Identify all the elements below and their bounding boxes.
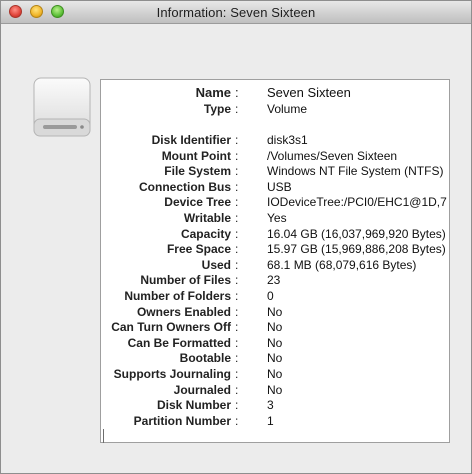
info-label: Number of Files	[140, 273, 231, 288]
info-value[interactable]: USB	[267, 180, 292, 194]
info-value[interactable]: 3	[267, 398, 274, 412]
info-row: Device Tree: IODeviceTree:/PCI0/EHC1@1D,7	[101, 195, 449, 211]
label-separator: :	[235, 148, 239, 163]
info-value[interactable]: No	[267, 367, 282, 381]
info-label: Bootable	[179, 351, 231, 366]
info-value[interactable]: 23	[267, 273, 280, 287]
title-bar[interactable]: Information: Seven Sixteen	[1, 1, 471, 24]
info-row: Free Space: 15.97 GB (15,969,886,208 Byte…	[101, 242, 449, 258]
label-separator: :	[235, 257, 239, 272]
info-label: Device Tree	[164, 195, 231, 210]
info-row: Number of Folders: 0	[101, 289, 449, 305]
info-label: Writable	[183, 211, 231, 225]
label-separator: :	[235, 242, 239, 257]
info-value[interactable]: 0	[267, 289, 274, 303]
external-drive-icon	[33, 77, 91, 137]
info-label: Capacity	[180, 226, 231, 241]
label-separator: :	[235, 195, 239, 210]
window-title: Information: Seven Sixteen	[156, 5, 316, 20]
info-label: Journaled	[173, 382, 231, 397]
info-label: Disk Number	[156, 398, 231, 413]
info-value[interactable]: Volume	[267, 102, 307, 116]
info-row: Name: Seven Sixteen	[101, 85, 449, 101]
info-value[interactable]: No	[267, 305, 282, 319]
info-label: Can Turn Owners Off	[111, 320, 231, 335]
info-row: Disk Identifier: disk3s1	[101, 133, 449, 149]
info-row: Disk Number: 3	[101, 398, 449, 414]
info-value[interactable]: 1	[267, 414, 274, 428]
info-label: Disk Identifier	[151, 133, 231, 147]
info-value[interactable]: No	[267, 351, 282, 365]
info-row: Number of Files: 23	[101, 273, 449, 289]
info-label: Mount Point	[161, 148, 231, 163]
info-window: Information: Seven Sixteen Name: Seven Si…	[0, 0, 472, 474]
info-row: Bootable: No	[101, 351, 449, 367]
label-separator: :	[235, 413, 239, 428]
info-value[interactable]: /Volumes/Seven Sixteen	[267, 149, 397, 163]
text-cursor	[103, 429, 104, 443]
info-row: Owners Enabled: No	[101, 305, 449, 321]
label-separator: :	[235, 398, 239, 413]
label-separator: :	[235, 211, 239, 225]
label-separator: :	[235, 102, 239, 116]
info-value[interactable]: Seven Sixteen	[267, 85, 351, 100]
info-value[interactable]: No	[267, 336, 282, 350]
label-separator: :	[235, 179, 239, 194]
info-row: Connection Bus: USB	[101, 180, 449, 196]
label-separator: :	[235, 133, 239, 147]
label-separator: :	[235, 85, 239, 100]
info-value[interactable]: 15.97 GB (15,969,886,208 Bytes)	[267, 242, 446, 256]
info-row: Journaled: No	[101, 383, 449, 399]
info-value[interactable]: No	[267, 383, 282, 397]
info-label: Can Be Formatted	[127, 335, 231, 350]
info-label: Name	[195, 85, 231, 100]
info-row: Can Be Formatted: No	[101, 336, 449, 352]
info-value[interactable]: 16.04 GB (16,037,969,920 Bytes)	[267, 227, 446, 241]
info-value[interactable]: Windows NT File System (NTFS)	[267, 164, 443, 178]
info-row: Capacity: 16.04 GB (16,037,969,920 Bytes)	[101, 227, 449, 243]
label-separator: :	[235, 367, 239, 381]
info-value[interactable]: Yes	[267, 211, 287, 225]
info-value[interactable]: disk3s1	[267, 133, 308, 147]
info-row: Mount Point: /Volumes/Seven Sixteen	[101, 149, 449, 165]
info-row: Type: Volume	[101, 102, 449, 118]
label-separator: :	[235, 226, 239, 241]
info-label: Supports Journaling	[113, 367, 231, 381]
info-label: Used	[201, 257, 231, 272]
info-row: Supports Journaling: No	[101, 367, 449, 383]
info-row: File System: Windows NT File System (NTFS…	[101, 164, 449, 180]
label-separator: :	[235, 335, 239, 350]
label-separator: :	[235, 320, 239, 335]
label-separator: :	[235, 351, 239, 366]
info-label: Free Space	[166, 242, 231, 257]
info-row: Writable: Yes	[101, 211, 449, 227]
info-panel: Name: Seven Sixteen Type: Volume Disk Identi…	[100, 79, 450, 443]
label-separator: :	[235, 382, 239, 397]
info-label: Number of Folders	[124, 289, 231, 303]
label-separator: :	[235, 164, 239, 179]
info-value[interactable]: IODeviceTree:/PCI0/EHC1@1D,7	[267, 195, 447, 209]
label-separator: :	[235, 273, 239, 288]
label-separator: :	[235, 289, 239, 303]
info-row: Can Turn Owners Off: No	[101, 320, 449, 336]
info-label: Connection Bus	[139, 179, 231, 194]
info-value[interactable]: No	[267, 320, 282, 334]
label-separator: :	[235, 304, 239, 319]
info-row: Used: 68.1 MB (68,079,616 Bytes)	[101, 258, 449, 274]
info-label: Partition Number	[133, 413, 231, 428]
info-value[interactable]: 68.1 MB (68,079,616 Bytes)	[267, 258, 416, 272]
info-label: File System	[164, 164, 231, 179]
info-row: Partition Number: 1	[101, 414, 449, 430]
info-label: Owners Enabled	[136, 304, 231, 319]
info-label: Type	[203, 102, 231, 116]
